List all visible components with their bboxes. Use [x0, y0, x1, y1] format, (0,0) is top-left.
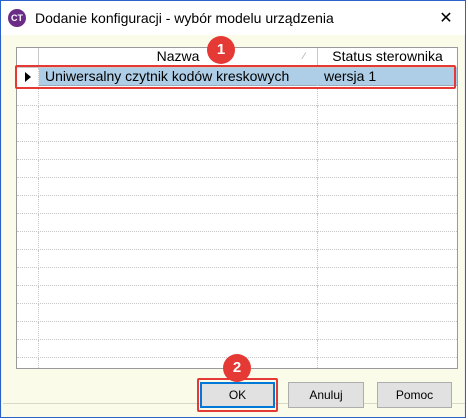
table-row[interactable]: [17, 124, 457, 142]
cell-name[interactable]: [39, 286, 318, 304]
cell-name[interactable]: [39, 178, 318, 196]
row-indicator: [17, 106, 39, 124]
device-model-grid[interactable]: Nazwa ⁄ Status sterownika Uniwersalny cz…: [16, 47, 458, 369]
table-row[interactable]: [17, 142, 457, 160]
cell-name[interactable]: [39, 268, 318, 286]
row-indicator: [17, 232, 39, 250]
table-row[interactable]: [17, 232, 457, 250]
cell-name[interactable]: [39, 160, 318, 178]
cell-name[interactable]: [39, 124, 318, 142]
cell-name[interactable]: [39, 142, 318, 160]
row-indicator: [17, 322, 39, 340]
cell-name[interactable]: [39, 358, 318, 368]
cancel-button[interactable]: Anuluj: [288, 382, 364, 408]
cell-name[interactable]: [39, 304, 318, 322]
row-indicator: [17, 358, 39, 368]
cell-name[interactable]: [39, 232, 318, 250]
cell-name[interactable]: [39, 322, 318, 340]
table-row[interactable]: [17, 106, 457, 124]
cell-name[interactable]: [39, 196, 318, 214]
row-indicator-header: [17, 48, 39, 67]
table-row[interactable]: [17, 178, 457, 196]
row-indicator: [17, 268, 39, 286]
window-title: Dodanie konfiguracji - wybór modelu urzą…: [35, 10, 334, 26]
table-row[interactable]: [17, 268, 457, 286]
current-row-arrow-icon: [25, 72, 31, 82]
row-indicator: [17, 142, 39, 160]
ok-button[interactable]: OK: [200, 382, 275, 408]
table-row-selected[interactable]: Uniwersalny czytnik kodów kreskowych wer…: [17, 68, 457, 86]
dialog-window: CT Dodanie konfiguracji - wybór modelu u…: [0, 0, 466, 418]
row-indicator: [17, 250, 39, 268]
row-indicator: [17, 88, 39, 106]
table-row[interactable]: [17, 286, 457, 304]
row-indicator: [17, 286, 39, 304]
annotation-badge-1: 1: [207, 36, 235, 64]
cell-name[interactable]: Uniwersalny czytnik kodów kreskowych: [39, 68, 318, 86]
close-icon: ✕: [439, 7, 453, 27]
row-indicator: [17, 160, 39, 178]
table-row[interactable]: [17, 160, 457, 178]
cell-name[interactable]: [39, 106, 318, 124]
close-button[interactable]: ✕: [429, 3, 463, 31]
table-row[interactable]: [17, 322, 457, 340]
sort-handle-icon: ⁄: [303, 52, 305, 62]
table-row[interactable]: [17, 304, 457, 322]
table-row[interactable]: [17, 196, 457, 214]
cell-name[interactable]: [39, 340, 318, 358]
help-button[interactable]: Pomoc: [377, 382, 452, 408]
column-header-status[interactable]: Status sterownika: [318, 48, 457, 67]
cell-status[interactable]: wersja 1: [324, 68, 376, 84]
row-indicator: [17, 178, 39, 196]
row-indicator: [17, 68, 39, 86]
table-row[interactable]: [17, 250, 457, 268]
cell-name-text: Uniwersalny czytnik kodów kreskowych: [45, 68, 290, 84]
cell-name[interactable]: [39, 214, 318, 232]
row-indicator: [17, 124, 39, 142]
title-bar[interactable]: CT Dodanie konfiguracji - wybór modelu u…: [1, 1, 465, 35]
cell-name[interactable]: [39, 250, 318, 268]
annotation-badge-2: 2: [223, 354, 251, 382]
row-indicator: [17, 196, 39, 214]
column-header-name[interactable]: Nazwa: [39, 48, 318, 67]
grid-header: Nazwa ⁄ Status sterownika: [17, 48, 457, 68]
table-row[interactable]: [17, 214, 457, 232]
row-indicator: [17, 214, 39, 232]
row-indicator: [17, 340, 39, 358]
row-indicator: [17, 304, 39, 322]
cell-name[interactable]: [39, 88, 318, 106]
table-row[interactable]: [17, 88, 457, 106]
app-logo-icon: CT: [8, 9, 26, 27]
